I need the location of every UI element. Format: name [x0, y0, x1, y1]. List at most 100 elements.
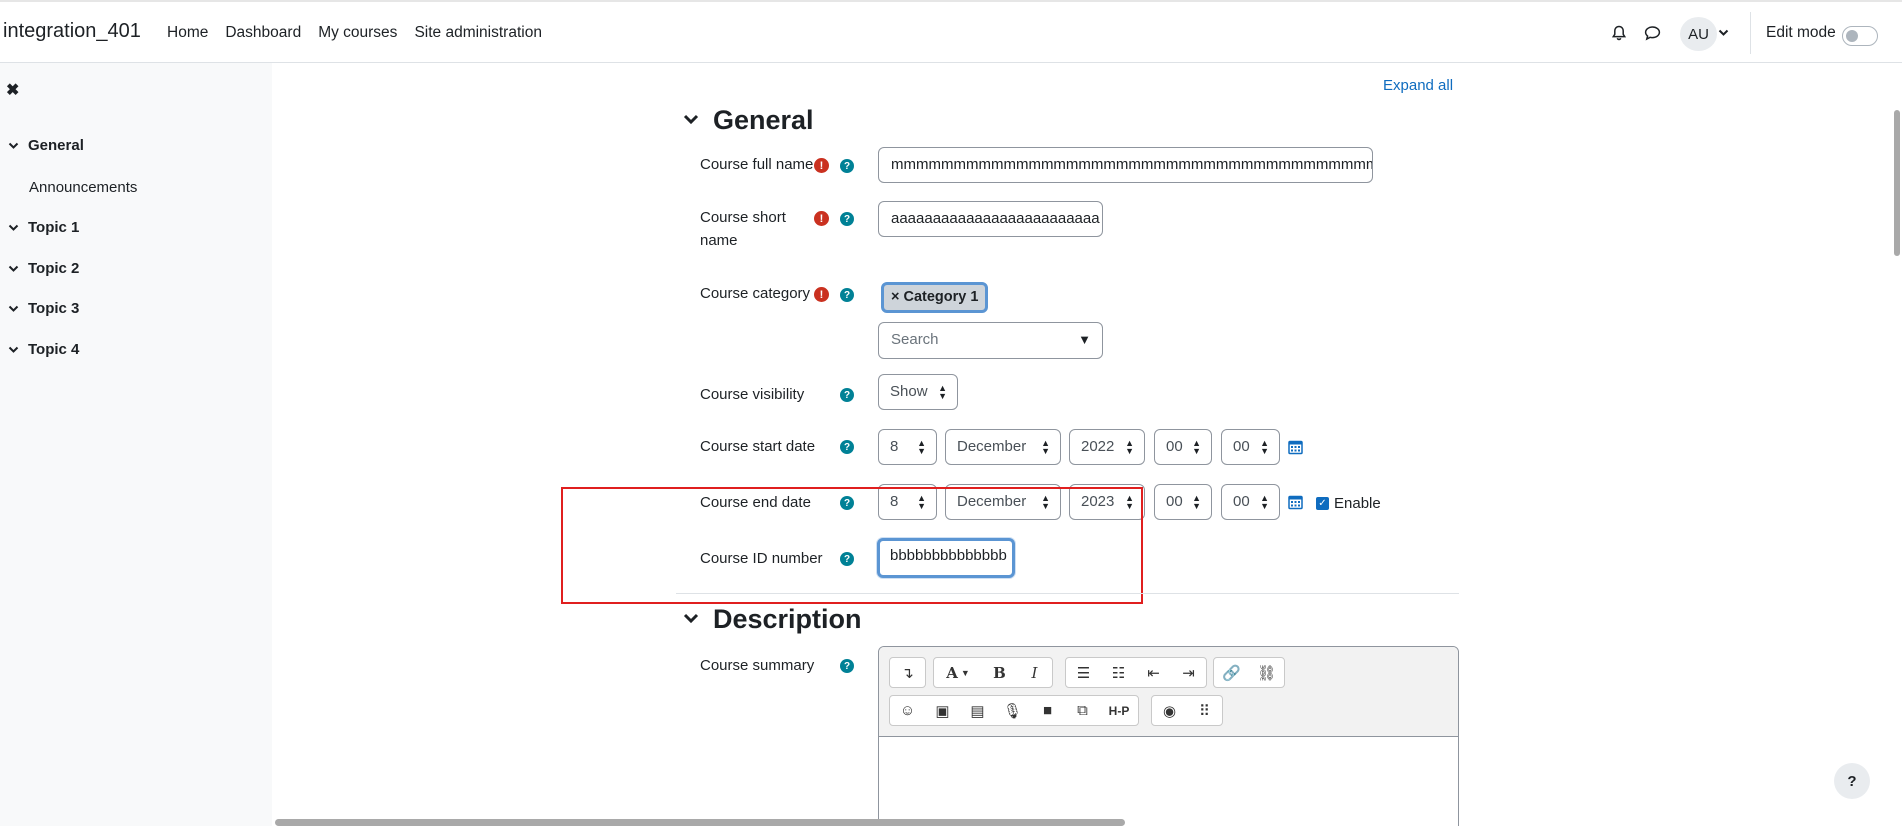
image-icon[interactable]: ▣	[925, 696, 960, 725]
start-minute-select[interactable]: 00 ▲ ▼	[1221, 429, 1280, 465]
user-menu-chevron-down-icon[interactable]	[1718, 26, 1729, 40]
select-arrows-icon: ▲ ▼	[917, 493, 926, 511]
record-audio-icon[interactable]: 🎙	[995, 696, 1030, 725]
end-date-enable: ✓ Enable	[1316, 495, 1381, 512]
category-search-select[interactable]: Search ▼	[878, 322, 1103, 359]
help-icon[interactable]: ?	[840, 159, 854, 173]
end-year-select[interactable]: 2023 ▲ ▼	[1069, 484, 1145, 520]
select-arrows-icon: ▲ ▼	[917, 438, 926, 456]
course-short-name-label: Course short name	[700, 206, 786, 252]
required-icon: !	[814, 158, 829, 173]
select-arrows-icon: ▲ ▼	[1260, 493, 1269, 511]
help-icon[interactable]: ?	[840, 659, 854, 673]
start-day-select[interactable]: 8 ▲ ▼	[878, 429, 937, 465]
screenreader-helper-icon[interactable]: ⠿	[1187, 696, 1222, 725]
start-hour-select[interactable]: 00 ▲ ▼	[1154, 429, 1212, 465]
course-visibility-select[interactable]: Show ▲ ▼	[878, 374, 958, 410]
vertical-scrollbar[interactable]	[1894, 110, 1900, 256]
edit-mode-label: Edit mode	[1766, 24, 1836, 41]
emoji-icon[interactable]: ☺	[890, 696, 925, 725]
expand-all-link[interactable]: Expand all	[1383, 77, 1453, 94]
enable-label: Enable	[1334, 495, 1381, 512]
paragraph-styles-icon[interactable]: A ▼	[934, 658, 982, 687]
select-arrows-icon: ▲ ▼	[1041, 438, 1050, 456]
course-full-name-input[interactable]: mmmmmmmmmmmmmmmmmmmmmmmmmmmmmmmmmmmmmmmm…	[878, 147, 1373, 183]
category-search-placeholder: Search	[891, 331, 939, 348]
end-month-select[interactable]: December ▲ ▼	[945, 484, 1061, 520]
start-year-value: 2022	[1081, 438, 1115, 455]
select-arrows-icon: ▲ ▼	[1041, 493, 1050, 511]
short-name-label-line-1: Course short	[700, 209, 786, 226]
outdent-icon[interactable]: ⇤	[1136, 658, 1171, 687]
end-minute-select[interactable]: 00 ▲ ▼	[1221, 484, 1280, 520]
section-title-general: General	[713, 105, 814, 135]
select-arrows-icon: ▲ ▼	[1125, 493, 1134, 511]
main-content: Expand all General Course full name ! ? …	[0, 63, 1902, 826]
nav-dashboard[interactable]: Dashboard	[225, 24, 301, 42]
link-icon[interactable]: 🔗	[1214, 658, 1249, 687]
messages-icon[interactable]	[1642, 23, 1662, 43]
record-video-icon[interactable]: ■	[1030, 696, 1065, 725]
editor-toolbar: ↴ A ▼ B I ☰ ☷ ⇤ ⇥ 🔗 ⛓ ☺ ▣ ▤ 🎙 ■ ⧉ H-P ◉ …	[879, 647, 1458, 737]
unlink-icon[interactable]: ⛓	[1249, 658, 1284, 687]
help-icon[interactable]: ?	[840, 212, 854, 226]
help-icon[interactable]: ?	[840, 552, 854, 566]
site-brand[interactable]: integration_401	[3, 20, 141, 43]
chevron-down-icon[interactable]	[683, 611, 701, 629]
navbar-divider	[1750, 12, 1751, 54]
page-help-button[interactable]: ?	[1834, 763, 1870, 799]
required-icon: !	[814, 287, 829, 302]
unordered-list-icon[interactable]: ☰	[1066, 658, 1101, 687]
start-year-select[interactable]: 2022 ▲ ▼	[1069, 429, 1145, 465]
category-tag-selected[interactable]: × Category 1	[881, 282, 989, 313]
course-id-number-input[interactable]: bbbbbbbbbbbbbb	[877, 538, 1015, 578]
chevron-down-icon[interactable]	[683, 112, 701, 130]
enable-checkbox[interactable]: ✓	[1316, 497, 1329, 510]
short-name-label-line-2: name	[700, 232, 738, 249]
end-month-value: December	[957, 493, 1027, 510]
toolbar-group-style: A ▼ B I	[933, 657, 1053, 688]
section-divider	[676, 593, 1459, 594]
select-arrows-icon: ▲ ▼	[1260, 438, 1269, 456]
end-minute-value: 00	[1233, 493, 1250, 510]
ordered-list-icon[interactable]: ☷	[1101, 658, 1136, 687]
course-end-date-label: Course end date	[700, 494, 811, 511]
general-section-header: General	[683, 105, 814, 136]
h5p-icon[interactable]: H-P	[1100, 696, 1138, 725]
toolbar-group-accessibility: ◉ ⠿	[1151, 695, 1223, 726]
user-avatar[interactable]: AU	[1680, 17, 1717, 51]
nav-my-courses[interactable]: My courses	[318, 24, 397, 42]
manage-files-icon[interactable]: ⧉	[1065, 696, 1100, 725]
nav-site-administration[interactable]: Site administration	[414, 24, 542, 42]
italic-icon[interactable]: I	[1017, 658, 1052, 687]
course-summary-label: Course summary	[700, 657, 815, 674]
horizontal-scrollbar[interactable]	[275, 819, 1125, 826]
course-start-date-label: Course start date	[700, 438, 816, 455]
end-day-select[interactable]: 8 ▲ ▼	[878, 484, 937, 520]
calendar-icon[interactable]	[1288, 439, 1303, 460]
end-hour-select[interactable]: 00 ▲ ▼	[1154, 484, 1212, 520]
nav-home[interactable]: Home	[167, 24, 208, 42]
toolbar-group-lists: ☰ ☷ ⇤ ⇥	[1065, 657, 1207, 688]
course-id-number-label: Course ID number	[700, 550, 823, 567]
edit-mode-toggle[interactable]	[1842, 26, 1878, 46]
indent-icon[interactable]: ⇥	[1171, 658, 1206, 687]
help-icon[interactable]: ?	[840, 288, 854, 302]
select-arrows-icon: ▲ ▼	[1125, 438, 1134, 456]
notification-bell-icon[interactable]	[1609, 23, 1629, 43]
start-month-value: December	[957, 438, 1027, 455]
help-icon[interactable]: ?	[840, 388, 854, 402]
show-more-icon[interactable]: ↴	[890, 658, 925, 687]
primary-navigation: Home Dashboard My courses Site administr…	[167, 24, 542, 42]
accessibility-checker-icon[interactable]: ◉	[1152, 696, 1187, 725]
course-short-name-input[interactable]: aaaaaaaaaaaaaaaaaaaaaaaaa	[878, 201, 1103, 237]
help-icon[interactable]: ?	[840, 496, 854, 510]
calendar-icon[interactable]	[1288, 494, 1303, 515]
media-icon[interactable]: ▤	[960, 696, 995, 725]
course-summary-editor[interactable]: ↴ A ▼ B I ☰ ☷ ⇤ ⇥ 🔗 ⛓ ☺ ▣ ▤ 🎙 ■ ⧉ H-P ◉ …	[878, 646, 1459, 826]
start-month-select[interactable]: December ▲ ▼	[945, 429, 1061, 465]
course-visibility-label: Course visibility	[700, 386, 805, 403]
bold-icon[interactable]: B	[982, 658, 1017, 687]
select-arrows-icon: ▲ ▼	[938, 383, 947, 401]
help-icon[interactable]: ?	[840, 440, 854, 454]
